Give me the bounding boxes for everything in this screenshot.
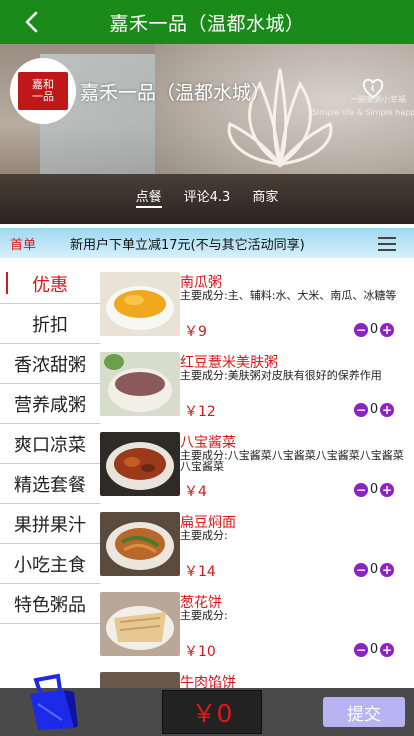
- plus-button[interactable]: +: [380, 402, 394, 417]
- beef-pie-image[interactable]: [100, 672, 180, 688]
- category-item-discounts[interactable]: 优惠: [0, 264, 100, 304]
- quantity-value: 0: [369, 642, 379, 657]
- quantity-stepper: − 0 +: [354, 402, 394, 417]
- app-root: 嘉禾一品（温都水城） 一碗暖粥小幸福 Simple life & Simple …: [0, 0, 414, 736]
- product-price: ￥14: [184, 564, 216, 580]
- menu-list-icon[interactable]: [378, 237, 396, 251]
- product-item: 八宝酱菜 主要成分:八宝酱菜八宝酱菜八宝酱菜八宝酱菜八宝酱菜 ￥4 − 0 +: [100, 430, 414, 510]
- product-desc: 主要成分:八宝酱菜八宝酱菜八宝酱菜八宝酱菜八宝酱菜: [180, 449, 404, 473]
- red-bean-porridge-image[interactable]: [100, 352, 180, 416]
- tab-reviews[interactable]: 评论4.3: [184, 186, 231, 208]
- promo-tag: 首单: [10, 237, 37, 253]
- product-name: 牛肉馅饼: [180, 675, 236, 688]
- store-logo-mark: 嘉和 一品: [18, 72, 68, 110]
- hero-slogan-en: Simple life & Simple happiness: [312, 108, 414, 117]
- category-item-sweet-porridge[interactable]: 香浓甜粥: [0, 344, 100, 384]
- category-item-special-porridge[interactable]: 特色粥品: [0, 584, 100, 624]
- tab-merchant[interactable]: 商家: [252, 186, 278, 208]
- quantity-stepper: − 0 +: [354, 562, 394, 577]
- cart-total: ￥0: [162, 690, 262, 734]
- product-item: 红豆薏米美肤粥 主要成分:美肤粥对皮肤有很好的保养作用 ￥12 − 0 +: [100, 350, 414, 430]
- product-price: ￥10: [184, 644, 216, 660]
- product-desc: 主要成分:: [180, 529, 228, 542]
- category-item-fruit-juice[interactable]: 果拼果汁: [0, 504, 100, 544]
- category-item-snacks-staples[interactable]: 小吃主食: [0, 544, 100, 584]
- category-item-sale[interactable]: 折扣: [0, 304, 100, 344]
- back-arrow-icon[interactable]: [18, 8, 46, 36]
- pumpkin-porridge-image[interactable]: [100, 272, 180, 336]
- product-item: 扁豆焖面 主要成分: ￥14 − 0 +: [100, 510, 414, 590]
- braised-noodles-image[interactable]: [100, 512, 180, 576]
- product-list: 南瓜粥 主要成分:主、辅料:水、大米、南瓜、冰糖等 ￥9 − 0 + 红豆薏米美…: [100, 270, 414, 688]
- promo-text: 新用户下单立减17元(不与其它活动同享): [70, 237, 305, 253]
- plus-button[interactable]: +: [380, 322, 394, 337]
- minus-button[interactable]: −: [354, 562, 368, 577]
- minus-button[interactable]: −: [354, 642, 368, 657]
- minus-button[interactable]: −: [354, 322, 368, 337]
- quantity-stepper: − 0 +: [354, 482, 394, 497]
- tab-order[interactable]: 点餐: [135, 186, 162, 208]
- top-bar: 嘉禾一品（温都水城）: [0, 0, 414, 44]
- category-item-set-meals[interactable]: 精选套餐: [0, 464, 100, 504]
- pickles-image[interactable]: [100, 432, 180, 496]
- shopping-bag-icon[interactable]: [24, 672, 80, 732]
- store-logo: 嘉和 一品: [10, 58, 76, 124]
- product-item: 葱花饼 主要成分: ￥10 − 0 +: [100, 590, 414, 670]
- product-desc: 主要成分:主、辅料:水、大米、南瓜、冰糖等: [180, 289, 397, 302]
- product-price: ￥12: [184, 404, 216, 420]
- minus-button[interactable]: −: [354, 402, 368, 417]
- scallion-pancake-image[interactable]: [100, 592, 180, 656]
- quantity-stepper: − 0 +: [354, 322, 394, 337]
- product-item: 南瓜粥 主要成分:主、辅料:水、大米、南瓜、冰糖等 ￥9 − 0 +: [100, 270, 414, 350]
- product-desc: 主要成分:: [180, 609, 228, 622]
- product-item: 牛肉馅饼: [100, 670, 414, 688]
- category-item-savory-porridge[interactable]: 营养咸粥: [0, 384, 100, 424]
- promo-notice-bar: 首单 新用户下单立减17元(不与其它活动同享): [0, 228, 414, 258]
- product-price: ￥9: [184, 324, 207, 340]
- minus-button[interactable]: −: [354, 482, 368, 497]
- store-tabs: 点餐 评论4.3 商家: [0, 186, 414, 208]
- submit-button[interactable]: 提交: [323, 697, 405, 727]
- quantity-value: 0: [369, 402, 379, 417]
- product-price: ￥4: [184, 484, 207, 500]
- store-name: 嘉禾一品（温都水城）: [80, 82, 271, 104]
- quantity-value: 0: [369, 322, 379, 337]
- product-desc: 主要成分:美肤粥对皮肤有很好的保养作用: [180, 369, 382, 382]
- category-item-cold-dishes[interactable]: 爽口凉菜: [0, 424, 100, 464]
- plus-button[interactable]: +: [380, 482, 394, 497]
- quantity-stepper: − 0 +: [354, 642, 394, 657]
- quantity-value: 0: [369, 562, 379, 577]
- favorite-heart-icon[interactable]: [362, 78, 384, 100]
- plus-button[interactable]: +: [380, 562, 394, 577]
- category-sidebar: 优惠 折扣 香浓甜粥 营养咸粥 爽口凉菜 精选套餐 果拼果汁 小吃主食 特色粥品: [0, 264, 100, 624]
- quantity-value: 0: [369, 482, 379, 497]
- plus-button[interactable]: +: [380, 642, 394, 657]
- page-title: 嘉禾一品（温都水城）: [109, 12, 305, 35]
- logo-text-2: 一品: [32, 90, 54, 103]
